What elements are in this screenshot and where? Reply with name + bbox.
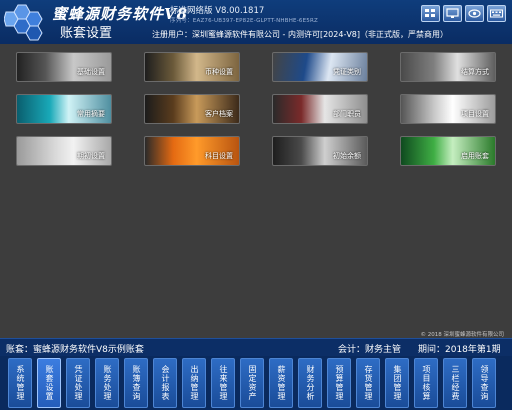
status-period: 期间：2018年第1期 <box>418 345 501 355</box>
module-label: 凭证处理 <box>74 365 83 401</box>
module-system-management[interactable]: 系统管理 <box>8 358 32 408</box>
module-toolbar: 系统管理 账套设置 凭证处理 账务处理 账簿查询 会计报表 出纳管理 往来管理 … <box>0 356 512 410</box>
status-bar: 账套：蜜蜂源财务软件V8示例账套 会计：财务主管 期间：2018年第1期 <box>0 338 512 356</box>
tile-basic-settings[interactable]: 基础设置 <box>16 52 112 82</box>
tile-label: 期初设置 <box>77 152 105 160</box>
module-label: 集团管理 <box>393 365 402 401</box>
tile-account-settings[interactable]: 科目设置 <box>144 136 240 166</box>
eye-icon[interactable] <box>465 5 484 22</box>
tile-initial-balance[interactable]: 初始余额 <box>272 136 368 166</box>
tile-label: 项目设置 <box>461 110 489 118</box>
module-label: 固定资产 <box>248 365 257 401</box>
module-three-column-funds[interactable]: 三栏经费 <box>443 358 467 408</box>
app-window: 蜜蜂源财务软件V8 标准网络版 V8.00.1817 序列号：EAZ76-UB3… <box>0 0 512 410</box>
module-label: 领导查询 <box>480 365 489 401</box>
module-ledger-processing[interactable]: 账务处理 <box>95 358 119 408</box>
module-label: 账簿查询 <box>132 365 141 401</box>
registered-user: 注册用户：深圳蜜蜂源软件有限公司 - 内测许可[2024-V8]（非正式版，严禁… <box>152 30 449 39</box>
brand-name: 蜜蜂源财务软件V8 <box>52 5 189 23</box>
status-account: 账套：蜜蜂源财务软件V8示例账套 <box>6 345 144 355</box>
module-inventory[interactable]: 存货管理 <box>356 358 380 408</box>
tile-project-settings[interactable]: 项目设置 <box>400 94 496 124</box>
module-label: 会计报表 <box>161 365 170 401</box>
tile-label: 客户档案 <box>205 110 233 118</box>
tile-label: 凭证类别 <box>333 68 361 76</box>
tile-label: 部门职员 <box>333 110 361 118</box>
tile-opening-settings[interactable]: 期初设置 <box>16 136 112 166</box>
module-label: 往来管理 <box>219 365 228 401</box>
module-ledger-query[interactable]: 账簿查询 <box>124 358 148 408</box>
tile-label: 科目设置 <box>205 152 233 160</box>
monitor-icon[interactable] <box>443 5 462 22</box>
tile-enable-account-set[interactable]: 启用账套 <box>400 136 496 166</box>
module-fixed-assets[interactable]: 固定资产 <box>240 358 264 408</box>
tile-label: 币种设置 <box>205 68 233 76</box>
tile-label: 基础设置 <box>77 68 105 76</box>
module-payroll[interactable]: 薪资管理 <box>269 358 293 408</box>
module-group-management[interactable]: 集团管理 <box>385 358 409 408</box>
tile-voucher-types[interactable]: 凭证类别 <box>272 52 368 82</box>
module-label: 项目核算 <box>422 365 431 401</box>
top-icon-group <box>421 5 506 22</box>
grid-view-icon[interactable] <box>421 5 440 22</box>
copyright-text: © 2018 深圳蜜蜂源软件有限公司 <box>420 332 505 338</box>
tile-settlement-methods[interactable]: 结算方式 <box>400 52 496 82</box>
status-accountant: 会计：财务主管 <box>338 345 402 355</box>
page-title: 账套设置 <box>60 26 113 41</box>
module-voucher-processing[interactable]: 凭证处理 <box>66 358 90 408</box>
module-receivables-payables[interactable]: 往来管理 <box>211 358 235 408</box>
keyboard-icon[interactable] <box>487 5 506 22</box>
tile-currency-settings[interactable]: 币种设置 <box>144 52 240 82</box>
module-cashier[interactable]: 出纳管理 <box>182 358 206 408</box>
module-label: 财务分析 <box>306 365 315 401</box>
tile-label: 常用摘要 <box>77 110 105 118</box>
module-label: 三栏经费 <box>451 365 460 401</box>
module-accounting-reports[interactable]: 会计报表 <box>153 358 177 408</box>
module-project-accounting[interactable]: 项目核算 <box>414 358 438 408</box>
module-label: 账套设置 <box>45 365 54 401</box>
tile-label: 初始余额 <box>333 152 361 160</box>
serial-number: 序列号：EAZ76-UB397-EP82E-GLPTT-NHBHE-6E5RZ <box>170 18 318 24</box>
module-budget[interactable]: 预算管理 <box>327 358 351 408</box>
module-financial-analysis[interactable]: 财务分析 <box>298 358 322 408</box>
module-label: 存货管理 <box>364 365 373 401</box>
module-label: 出纳管理 <box>190 365 199 401</box>
module-label: 薪资管理 <box>277 365 286 401</box>
tile-customer-archive[interactable]: 客户档案 <box>144 94 240 124</box>
module-label: 系统管理 <box>16 365 25 401</box>
tile-label: 结算方式 <box>461 68 489 76</box>
module-label: 预算管理 <box>335 365 344 401</box>
version-text: 标准网络版 V8.00.1817 <box>170 6 265 16</box>
tile-departments-staff[interactable]: 部门职员 <box>272 94 368 124</box>
honeycomb-logo-icon <box>4 4 43 41</box>
module-leader-query[interactable]: 领导查询 <box>472 358 496 408</box>
module-label: 账务处理 <box>103 365 112 401</box>
tile-label: 启用账套 <box>461 152 489 160</box>
module-account-set-settings[interactable]: 账套设置 <box>37 358 61 408</box>
header-bar: 蜜蜂源财务软件V8 标准网络版 V8.00.1817 序列号：EAZ76-UB3… <box>0 0 512 44</box>
tile-common-summary[interactable]: 常用摘要 <box>16 94 112 124</box>
